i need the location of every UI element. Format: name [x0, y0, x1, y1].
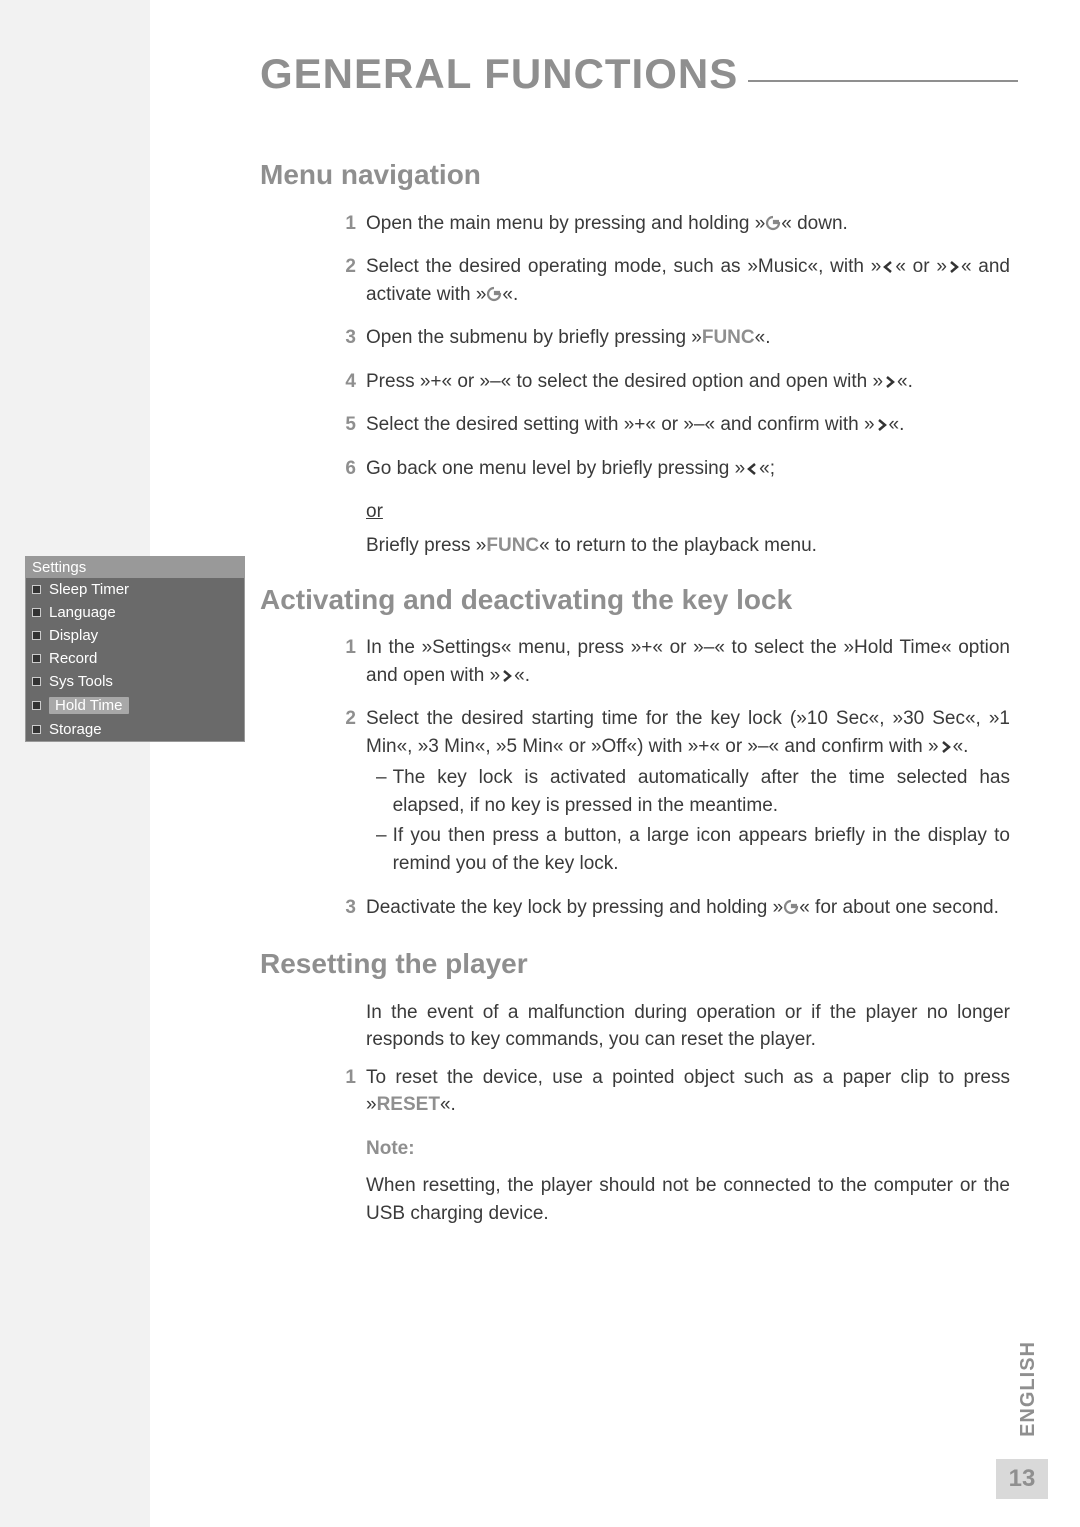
- bullet-item: If you then press a button, a large icon…: [376, 822, 1010, 877]
- right-arrow-icon: [939, 736, 953, 757]
- step: 6 Go back one menu level by briefly press…: [330, 455, 1010, 485]
- step-body: Select the desired starting time for the…: [366, 705, 1010, 880]
- g-button-icon: [486, 284, 502, 305]
- right-arrow-icon: [875, 414, 889, 435]
- right-arrow-icon: [947, 256, 961, 277]
- settings-item-label: Record: [49, 651, 97, 666]
- note-label: Note:: [366, 1135, 1010, 1163]
- step: 4 Press »+« or »–« to select the desired …: [330, 368, 1010, 398]
- step-number: 2: [330, 705, 356, 880]
- step-number: 1: [330, 634, 356, 691]
- step-body: Open the submenu by briefly pressing »FU…: [366, 324, 1010, 354]
- left-arrow-icon: [745, 458, 759, 479]
- page-number: 13: [996, 1459, 1048, 1499]
- step: 1 Open the main menu by pressing and hold…: [330, 210, 1010, 240]
- step: 1In the »Settings« menu, press »+« or »–…: [330, 634, 1010, 691]
- settings-item[interactable]: Language: [26, 601, 244, 624]
- title-rule: [748, 80, 1018, 82]
- reset-intro: In the event of a malfunction during ope…: [366, 999, 1010, 1054]
- settings-item-label: Display: [49, 628, 98, 643]
- g-button-icon: [765, 213, 781, 234]
- g-button-icon: [783, 897, 799, 918]
- func-label: FUNC: [702, 327, 755, 348]
- step-number: 4: [330, 368, 356, 398]
- settings-item[interactable]: Record: [26, 647, 244, 670]
- step-body: Deactivate the key lock by pressing and …: [366, 894, 1010, 924]
- or-label: or: [366, 498, 1010, 526]
- reset-label: RESET: [377, 1094, 440, 1115]
- settings-item-label: Hold Time: [49, 697, 129, 714]
- settings-item[interactable]: Hold Time: [26, 693, 244, 718]
- settings-item[interactable]: Sleep Timer: [26, 578, 244, 601]
- step-body: Select the desired operating mode, such …: [366, 253, 1010, 310]
- step: 2Select the desired starting time for th…: [330, 705, 1010, 880]
- bullet-icon: [32, 631, 41, 640]
- language-label: ENGLISH: [1017, 1341, 1040, 1437]
- step-number: 3: [330, 324, 356, 354]
- heading-menu-nav: Menu navigation: [260, 155, 1010, 196]
- heading-reset: Resetting the player: [260, 944, 1010, 985]
- step-number: 6: [330, 455, 356, 485]
- note-text: When resetting, the player should not be…: [366, 1172, 1010, 1227]
- left-arrow-icon: [881, 256, 895, 277]
- step: 3 Open the submenu by briefly pressing »F…: [330, 324, 1010, 354]
- bullet-item: The key lock is activated automatically …: [376, 764, 1010, 819]
- bullet-icon: [32, 701, 41, 710]
- step-body: Open the main menu by pressing and holdi…: [366, 210, 1010, 240]
- step-body: To reset the device, use a pointed objec…: [366, 1064, 1010, 1121]
- bullet-icon: [32, 608, 41, 617]
- step-number: 1: [330, 1064, 356, 1121]
- step-number: 2: [330, 253, 356, 310]
- settings-header: Settings: [26, 557, 244, 578]
- settings-item[interactable]: Display: [26, 624, 244, 647]
- step-body: Press »+« or »–« to select the desired o…: [366, 368, 1010, 398]
- settings-item-label: Storage: [49, 722, 102, 737]
- step-body: In the »Settings« menu, press »+« or »–«…: [366, 634, 1010, 691]
- bullet-icon: [32, 677, 41, 686]
- func-label: FUNC: [486, 535, 539, 556]
- step-number: 1: [330, 210, 356, 240]
- bullet-icon: [32, 585, 41, 594]
- settings-item[interactable]: Sys Tools: [26, 670, 244, 693]
- step-body: Select the desired setting with »+« or »…: [366, 411, 1010, 441]
- settings-item-label: Sleep Timer: [49, 582, 129, 597]
- left-gutter: [0, 0, 150, 1527]
- step-number: 3: [330, 894, 356, 924]
- heading-key-lock: Activating and deactivating the key lock: [260, 580, 1010, 621]
- step: 3 Deactivate the key lock by pressing and…: [330, 894, 1010, 924]
- step: 5 Select the desired setting with »+« or …: [330, 411, 1010, 441]
- right-arrow-icon: [500, 665, 514, 686]
- step-number: 5: [330, 411, 356, 441]
- bullet-icon: [32, 654, 41, 663]
- main-content: Menu navigation 1Open the main menu by p…: [330, 155, 1010, 1237]
- right-arrow-icon: [883, 371, 897, 392]
- settings-item-label: Sys Tools: [49, 674, 113, 689]
- or-text: Briefly press »FUNC« to return to the pl…: [366, 532, 1010, 560]
- settings-menu: Settings Sleep Timer Language Display Recor…: [25, 556, 245, 742]
- page-title: GENERAL FUNCTIONS: [260, 50, 738, 98]
- step-body: Go back one menu level by briefly pressi…: [366, 455, 1010, 485]
- settings-item-label: Language: [49, 605, 116, 620]
- step: 2Select the desired operating mode, such…: [330, 253, 1010, 310]
- step: 1To reset the device, use a pointed obje…: [330, 1064, 1010, 1121]
- settings-item[interactable]: Storage: [26, 718, 244, 741]
- bullet-icon: [32, 725, 41, 734]
